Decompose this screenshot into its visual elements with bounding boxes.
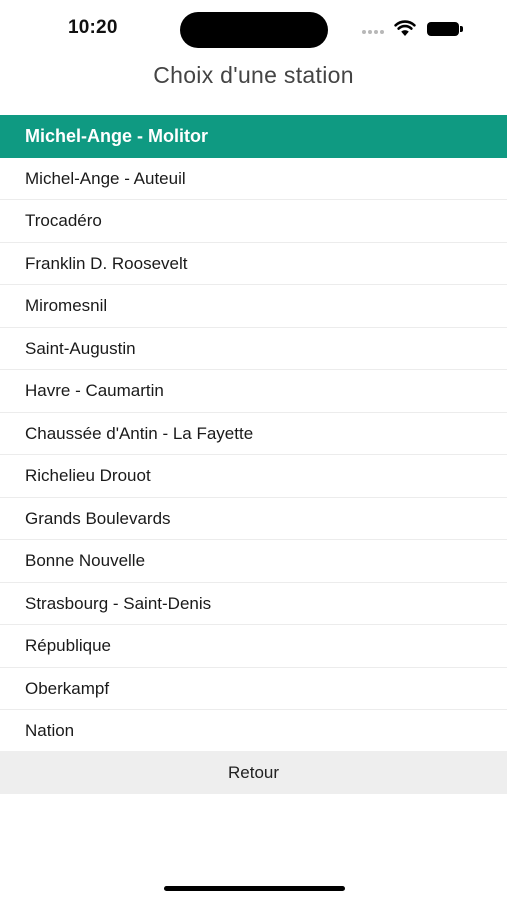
- station-item[interactable]: Trocadéro: [0, 200, 507, 243]
- station-item[interactable]: Miromesnil: [0, 285, 507, 328]
- station-picker-screen: 10:20 Choix d'une station Michel-Ange - …: [0, 0, 507, 900]
- station-item[interactable]: Saint-Augustin: [0, 328, 507, 370]
- back-button[interactable]: Retour: [0, 751, 507, 794]
- wifi-icon: [394, 20, 416, 36]
- station-item[interactable]: Richelieu Drouot: [0, 455, 507, 498]
- status-time: 10:20: [68, 17, 118, 38]
- status-bar: 10:20: [0, 0, 507, 58]
- station-item-selected[interactable]: Michel-Ange - Molitor: [0, 115, 507, 158]
- cellular-signal-icon: [362, 30, 386, 34]
- station-item[interactable]: Strasbourg - Saint-Denis: [0, 583, 507, 625]
- home-indicator[interactable]: [164, 886, 345, 891]
- station-list: Michel-Ange - Molitor Michel-Ange - Aute…: [0, 115, 507, 753]
- dynamic-island: [180, 12, 328, 48]
- page-title: Choix d'une station: [153, 62, 354, 88]
- station-item[interactable]: République: [0, 625, 507, 668]
- station-item[interactable]: Oberkampf: [0, 668, 507, 710]
- station-item[interactable]: Bonne Nouvelle: [0, 540, 507, 583]
- station-item[interactable]: Grands Boulevards: [0, 498, 507, 540]
- station-item[interactable]: Franklin D. Roosevelt: [0, 243, 507, 285]
- station-item[interactable]: Michel-Ange - Auteuil: [0, 158, 507, 200]
- station-item[interactable]: Havre - Caumartin: [0, 370, 507, 413]
- station-item[interactable]: Nation: [0, 710, 507, 753]
- battery-icon: [427, 22, 463, 36]
- station-item[interactable]: Chaussée d'Antin - La Fayette: [0, 413, 507, 455]
